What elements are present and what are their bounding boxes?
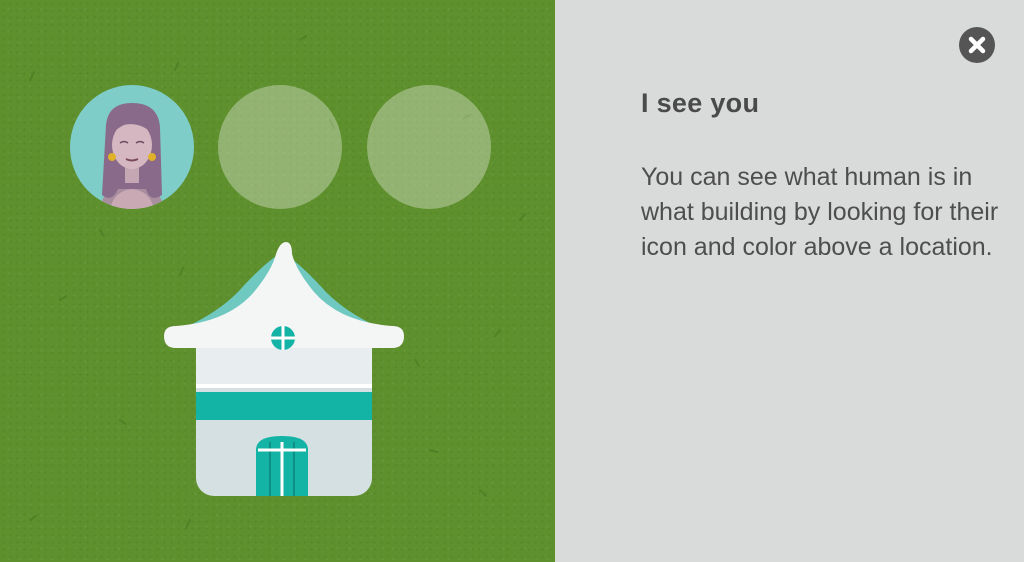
empty-player-slot	[218, 85, 342, 209]
game-board	[0, 0, 555, 562]
empty-player-slot	[367, 85, 491, 209]
close-x-icon	[968, 36, 986, 54]
panel-description: You can see what human is in what buildi…	[641, 163, 999, 261]
house-icon[interactable]	[158, 242, 408, 502]
info-panel: I see you You can see what human is in w…	[555, 0, 1024, 562]
woman-avatar-icon	[100, 103, 164, 209]
panel-title: I see you	[641, 88, 760, 118]
player-avatar-slot[interactable]	[70, 85, 194, 209]
close-button[interactable]	[959, 27, 995, 63]
